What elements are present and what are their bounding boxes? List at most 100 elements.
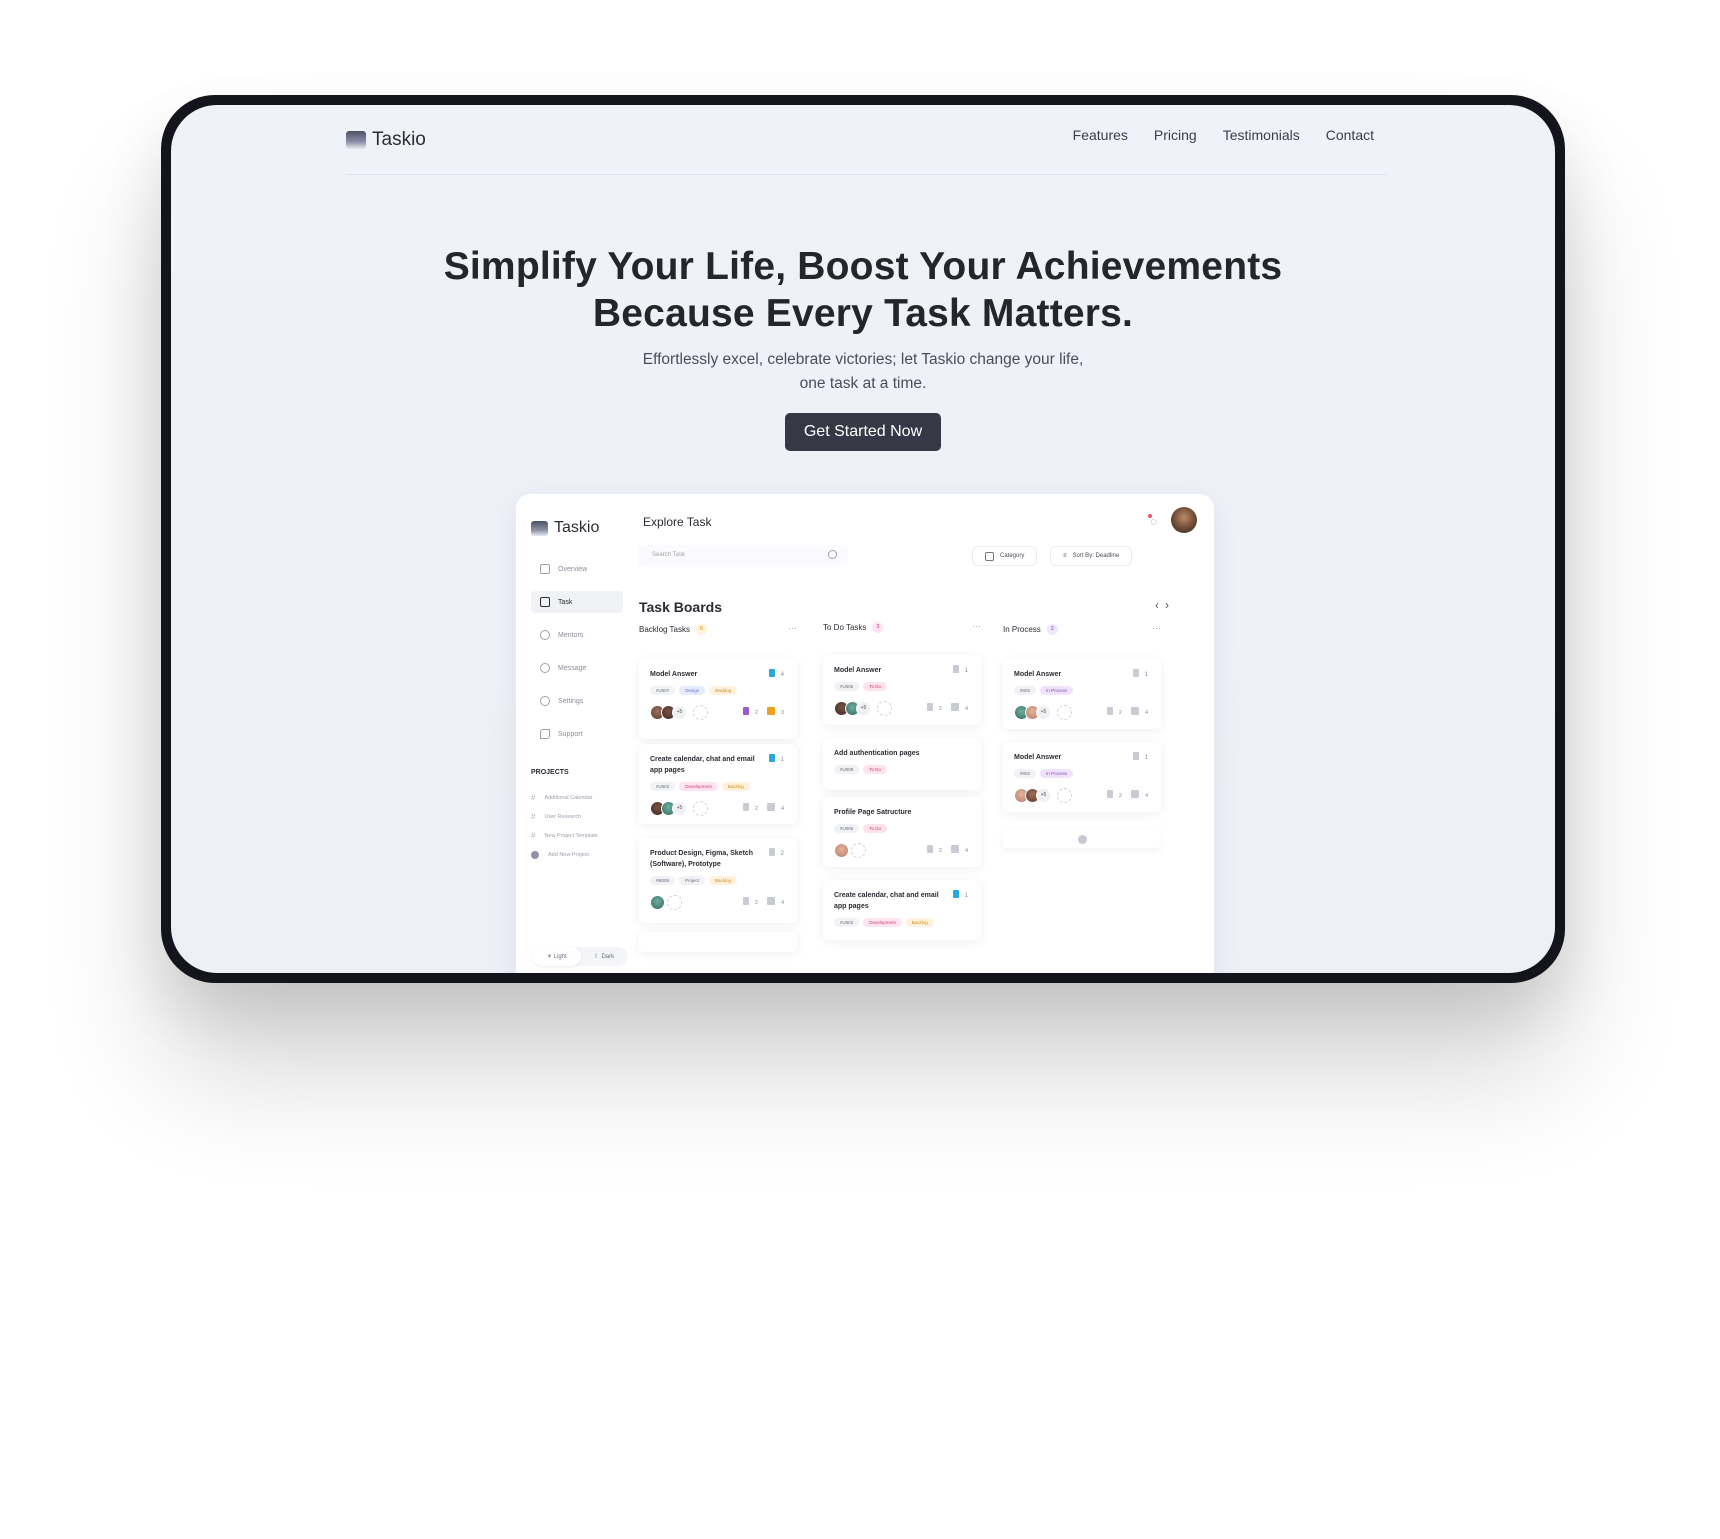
search-input[interactable]: Search Task <box>638 545 848 567</box>
more-icon[interactable]: ··· <box>1152 623 1161 633</box>
nav-link-features[interactable]: Features <box>1073 127 1128 143</box>
gear-icon <box>540 696 550 706</box>
theme-dark-option[interactable]: ☾ Dark <box>581 947 629 966</box>
card-footer: +5 2 3 <box>650 703 786 721</box>
nav-link-testimonials[interactable]: Testimonials <box>1223 127 1300 143</box>
theme-dark-label: Dark <box>601 953 615 960</box>
sidebar-item-settings[interactable]: Settings <box>531 690 623 712</box>
more-icon[interactable]: ··· <box>788 623 797 633</box>
project-item[interactable]: # Additional Calendar <box>531 788 598 807</box>
avatar[interactable] <box>1171 507 1197 533</box>
document-icon <box>1132 669 1139 677</box>
comment-meta: 4 <box>950 703 968 712</box>
attachment-count-value: 4 <box>780 672 784 678</box>
task-title: Model Answer <box>1014 671 1062 678</box>
bell-icon[interactable]: ◌ <box>1150 516 1157 528</box>
phone-icon <box>540 729 550 739</box>
add-assignee-button[interactable] <box>693 800 708 816</box>
add-assignee-button[interactable] <box>1057 787 1072 803</box>
book-icon <box>540 597 550 607</box>
task-card[interactable]: Create calendar, chat and email app page… <box>639 744 797 824</box>
board-title: Task Boards <box>639 599 722 615</box>
file-meta: 2 <box>1106 790 1122 799</box>
document-icon <box>768 754 775 762</box>
add-assignee-button[interactable] <box>851 842 866 858</box>
comment-count: 4 <box>1144 710 1148 716</box>
task-tag: #002 <box>1014 769 1037 778</box>
add-assignee-button[interactable] <box>693 704 708 720</box>
category-button[interactable]: Category <box>972 546 1038 566</box>
theme-light-option[interactable]: ☀ Light <box>533 947 581 966</box>
tag-list: #U008 To Do <box>834 765 970 774</box>
task-card[interactable]: Model Answer 1 #002 In Process +5 2 4 <box>1003 742 1161 812</box>
file-count: 2 <box>754 900 758 906</box>
add-project-item[interactable]: Add New Project <box>531 845 598 864</box>
task-title: Model Answer <box>650 671 698 678</box>
get-started-button[interactable]: Get Started Now <box>784 413 942 451</box>
add-assignee-button[interactable] <box>877 700 892 716</box>
avatar <box>834 842 849 858</box>
add-assignee-button[interactable] <box>667 894 682 910</box>
grid-icon <box>540 564 550 574</box>
app-brand-name: Taskio <box>554 519 600 536</box>
task-card[interactable]: Create calendar, chat and email app page… <box>823 880 981 940</box>
card-footer: 24 <box>834 841 970 859</box>
sidebar-item-mentors[interactable]: Mentors <box>531 624 623 646</box>
nav-link-contact[interactable]: Contact <box>1326 127 1374 143</box>
brand-logo[interactable]: Taskio <box>346 129 426 151</box>
task-card[interactable]: Model Answer 1 #U005 To Do +5 2 4 <box>823 655 981 725</box>
nav-link-pricing[interactable]: Pricing <box>1154 127 1197 143</box>
document-icon <box>1132 752 1139 760</box>
board-nav-arrows[interactable]: ‹› <box>1155 598 1175 612</box>
column-header: Backlog Tasks 5 ··· <box>639 622 797 636</box>
comment-count: 3 <box>780 710 784 716</box>
document-icon <box>952 890 959 898</box>
sidebar-item-label: Message <box>558 664 587 672</box>
task-tag: In Process <box>1040 769 1074 778</box>
add-task-button[interactable] <box>1003 830 1161 848</box>
top-nav: Taskio Features Pricing Testimonials Con… <box>346 105 1386 175</box>
task-card[interactable]: Profile Page Satructure #U006 To Do 2 4 <box>823 797 981 867</box>
task-card[interactable]: Product Design, Figma, Sketch (Software)… <box>639 838 797 923</box>
page-title: Explore Task <box>643 515 712 529</box>
sort-label: Sort By: Deadline <box>1072 553 1120 559</box>
search-icon <box>828 550 837 559</box>
more-icon[interactable]: ··· <box>972 621 981 631</box>
file-meta: 2 <box>742 707 758 716</box>
category-label: Category <box>1000 553 1025 559</box>
attachment-count: 2 <box>768 848 784 857</box>
task-tag: Design <box>679 686 706 695</box>
comment-meta: 4 <box>766 897 784 906</box>
comment-meta: 3 <box>766 707 784 716</box>
project-item[interactable]: # New Project Template <box>531 826 598 845</box>
project-item[interactable]: # User Research <box>531 807 598 826</box>
task-card[interactable]: Model Answer 4 #U007 Design Backlog +5 2 3 <box>639 659 797 739</box>
more-assignees-badge: +5 <box>856 700 871 716</box>
task-tag: #U006 <box>834 824 860 833</box>
sidebar-item-task[interactable]: Task <box>531 591 623 613</box>
file-count: 2 <box>1118 710 1122 716</box>
landing-page: Taskio Features Pricing Testimonials Con… <box>171 105 1555 973</box>
add-assignee-button[interactable] <box>1057 704 1072 720</box>
task-tag: In Process <box>1040 686 1074 695</box>
tag-list: #U005 To Do <box>834 682 970 691</box>
board-column: To Do Tasks 3 ··· Model Answer 1 #U005 To Do +5… <box>823 620 981 940</box>
card-footer: +5 2 4 <box>650 799 786 817</box>
sidebar-item-support[interactable]: Support <box>531 723 623 745</box>
card-meta: 24 <box>926 703 968 712</box>
task-card[interactable]: Model Answer 1 #002 In Process +5 2 4 <box>1003 659 1161 729</box>
file-meta: 2 <box>742 897 758 906</box>
sidebar-item-overview[interactable]: Overview <box>531 558 623 580</box>
card-meta: 24 <box>1106 790 1148 799</box>
user-icon <box>540 630 550 640</box>
attachment-count-value: 1 <box>964 668 968 674</box>
app-main: Explore Task ◌ Search Task Category ≡ Sor… <box>634 494 1214 973</box>
task-card[interactable]: Add authentication pages #U008 To Do <box>823 738 981 790</box>
sidebar-item-message[interactable]: Message <box>531 657 623 679</box>
task-card[interactable] <box>639 932 797 952</box>
card-footer: +5 2 4 <box>1014 786 1150 804</box>
board-column: In Process 2 ··· Model Answer 1 #002 In Proces… <box>1003 622 1161 848</box>
sort-button[interactable]: ≡ Sort By: Deadline <box>1050 546 1133 566</box>
attachment-count-value: 1 <box>964 893 968 899</box>
comment-count: 4 <box>964 706 968 712</box>
